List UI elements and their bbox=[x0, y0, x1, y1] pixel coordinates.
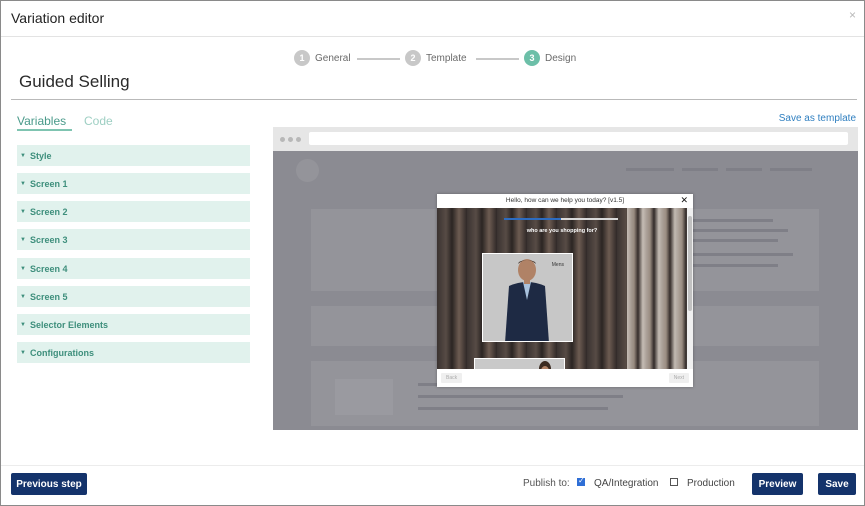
save-as-template-link[interactable]: Save as template bbox=[779, 113, 856, 124]
section-screen-5[interactable]: ▼ Screen 5 bbox=[17, 286, 250, 307]
previous-step-button[interactable]: Previous step bbox=[11, 473, 87, 495]
section-label: Style bbox=[29, 150, 52, 161]
caret-down-icon: ▼ bbox=[20, 152, 26, 159]
option-card-second[interactable] bbox=[474, 358, 565, 369]
step-number: 3 bbox=[524, 50, 540, 66]
page-title: Guided Selling bbox=[19, 72, 130, 91]
step-number: 1 bbox=[294, 50, 310, 66]
popup-close-icon[interactable]: ✕ bbox=[680, 195, 688, 206]
close-icon[interactable]: × bbox=[849, 8, 856, 22]
section-configurations[interactable]: ▼ Configurations bbox=[17, 342, 250, 363]
progress-bar bbox=[504, 218, 618, 220]
section-label: Selector Elements bbox=[29, 319, 108, 330]
option-card-label: Mens bbox=[551, 262, 564, 268]
step-label: General bbox=[315, 52, 351, 64]
section-label: Screen 1 bbox=[29, 178, 68, 189]
caret-down-icon: ▼ bbox=[20, 236, 26, 243]
production-checkbox[interactable] bbox=[670, 478, 678, 486]
design-preview: Hello, how can we help you today? [v1.5]… bbox=[273, 127, 858, 430]
window-title: Variation editor bbox=[11, 10, 105, 26]
caret-down-icon: ▼ bbox=[20, 349, 26, 356]
address-bar bbox=[309, 132, 848, 145]
popup-back-button[interactable]: Back bbox=[441, 373, 463, 383]
popup-question: who are you shopping for? bbox=[526, 228, 598, 234]
tab-variables[interactable]: Variables bbox=[17, 114, 66, 128]
title-divider bbox=[11, 99, 857, 100]
section-label: Screen 3 bbox=[29, 234, 68, 245]
section-screen-2[interactable]: ▼ Screen 2 bbox=[17, 201, 250, 222]
caret-down-icon: ▼ bbox=[20, 180, 26, 187]
section-screen-1[interactable]: ▼ Screen 1 bbox=[17, 173, 250, 194]
popup-scrollbar[interactable] bbox=[687, 208, 693, 369]
preview-button[interactable]: Preview bbox=[752, 473, 803, 495]
publish-to-label: Publish to: bbox=[523, 478, 570, 489]
popup-background-image: who are you shopping for? Mens bbox=[437, 208, 687, 369]
step-general[interactable]: 1 General bbox=[294, 50, 351, 66]
caret-down-icon: ▼ bbox=[20, 293, 26, 300]
section-style[interactable]: ▼ Style bbox=[17, 145, 250, 166]
qa-integration-label: QA/Integration bbox=[594, 478, 659, 489]
active-tab-indicator bbox=[17, 129, 72, 131]
browser-dot-icon bbox=[296, 137, 301, 142]
section-label: Screen 2 bbox=[29, 206, 68, 217]
header-divider bbox=[1, 36, 864, 37]
section-screen-4[interactable]: ▼ Screen 4 bbox=[17, 258, 250, 279]
section-label: Configurations bbox=[29, 347, 94, 358]
step-label: Template bbox=[426, 52, 467, 64]
popup-next-button[interactable]: Next bbox=[668, 373, 689, 383]
production-label: Production bbox=[687, 478, 735, 489]
step-template[interactable]: 2 Template bbox=[405, 50, 467, 66]
popup-footer: Back Next bbox=[437, 369, 693, 387]
caret-down-icon: ▼ bbox=[20, 321, 26, 328]
woman-photo-image bbox=[475, 359, 564, 369]
popup-header: Hello, how can we help you today? [v1.5] bbox=[505, 197, 625, 204]
step-design[interactable]: 3 Design bbox=[524, 50, 576, 66]
section-selector-elements[interactable]: ▼ Selector Elements bbox=[17, 314, 250, 335]
option-card-mens[interactable]: Mens bbox=[482, 253, 573, 342]
qa-integration-checkbox[interactable] bbox=[577, 476, 585, 486]
progress-fill bbox=[504, 218, 561, 220]
step-number: 2 bbox=[405, 50, 421, 66]
stepper: 1 General 2 Template 3 Design bbox=[1, 50, 864, 68]
caret-down-icon: ▼ bbox=[20, 265, 26, 272]
step-connector bbox=[357, 58, 400, 60]
tab-code[interactable]: Code bbox=[84, 114, 113, 128]
browser-dot-icon bbox=[288, 137, 293, 142]
guided-selling-popup: Hello, how can we help you today? [v1.5]… bbox=[437, 194, 693, 387]
save-button[interactable]: Save bbox=[818, 473, 856, 495]
caret-down-icon: ▼ bbox=[20, 208, 26, 215]
section-screen-3[interactable]: ▼ Screen 3 bbox=[17, 229, 250, 250]
scrollbar-thumb[interactable] bbox=[688, 216, 692, 311]
step-label: Design bbox=[545, 52, 577, 64]
browser-toolbar bbox=[273, 127, 858, 151]
variation-editor-dialog: Variation editor × 1 General 2 Template … bbox=[0, 0, 865, 506]
section-label: Screen 5 bbox=[29, 291, 68, 302]
section-label: Screen 4 bbox=[29, 263, 68, 274]
step-connector bbox=[476, 58, 519, 60]
footer-divider bbox=[1, 465, 864, 466]
browser-dot-icon bbox=[280, 137, 285, 142]
